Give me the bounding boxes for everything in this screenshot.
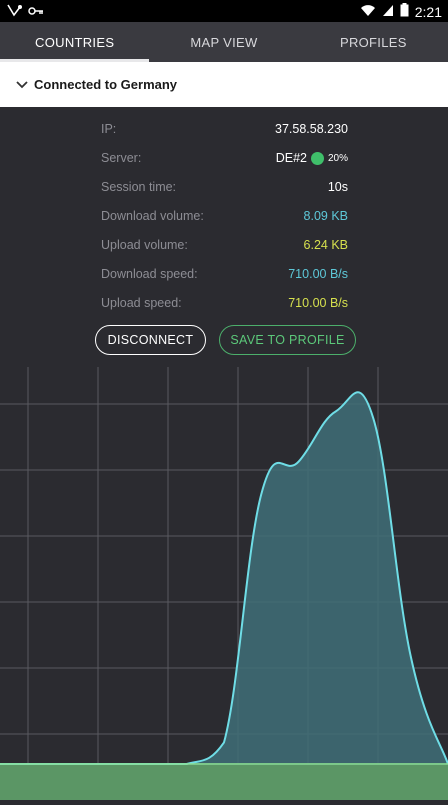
battery-icon xyxy=(400,3,409,20)
upload-volume-label: Upload volume: xyxy=(101,238,188,252)
session-time-row: Session time: 10s xyxy=(101,176,348,198)
download-volume-value: 8.09 KB xyxy=(303,209,348,223)
download-volume-row: Download volume: 8.09 KB xyxy=(101,205,348,227)
signal-icon xyxy=(382,4,394,20)
tab-countries[interactable]: COUNTRIES xyxy=(0,22,150,62)
upload-speed-label: Upload speed: xyxy=(101,296,182,310)
ip-label: IP: xyxy=(101,122,117,136)
server-status-dot xyxy=(310,151,324,165)
session-time-value: 10s xyxy=(327,180,348,194)
status-time: 2:21 xyxy=(414,3,442,20)
download-speed-row: Download speed: 710.00 B/s xyxy=(101,263,348,285)
traffic-chart-svg xyxy=(0,367,448,800)
server-row: Server: DE#2 20% xyxy=(101,147,348,169)
upload-speed-row: Upload speed: 710.00 B/s xyxy=(101,292,348,314)
traffic-graph xyxy=(0,367,448,800)
save-to-profile-button[interactable]: SAVE TO PROFILE xyxy=(219,325,356,355)
upload-speed-value: 710.00 B/s xyxy=(288,296,348,310)
upload-volume-row: Upload volume: 6.24 KB xyxy=(101,234,348,256)
server-value: DE#2 xyxy=(275,151,307,165)
upload-volume-value: 6.24 KB xyxy=(303,238,348,252)
download-speed-value: 710.00 B/s xyxy=(288,267,348,281)
ip-row: IP: 37.58.58.230 xyxy=(101,118,348,140)
tab-map-view[interactable]: MAP VIEW xyxy=(149,22,298,62)
tab-profiles[interactable]: PROFILES xyxy=(299,22,448,62)
session-time-label: Session time: xyxy=(101,180,177,194)
upload-area-overlay xyxy=(0,765,448,800)
notification-icon xyxy=(6,3,22,20)
disconnect-button[interactable]: DISCONNECT xyxy=(95,325,206,355)
server-label: Server: xyxy=(101,151,142,165)
ip-value: 37.58.58.230 xyxy=(275,122,348,136)
download-speed-label: Download speed: xyxy=(101,267,198,281)
server-value-group: DE#2 20% xyxy=(276,151,348,165)
server-load: 20% xyxy=(327,152,348,164)
tab-bar: COUNTRIES MAP VIEW PROFILES xyxy=(0,22,448,62)
connection-header[interactable]: Connected to Germany xyxy=(0,62,448,107)
chevron-down-icon xyxy=(16,78,30,92)
download-volume-label: Download volume: xyxy=(101,209,204,223)
key-icon xyxy=(28,4,44,19)
connection-title: Connected to Germany xyxy=(34,77,178,92)
wifi-icon xyxy=(360,4,376,20)
status-bar: 2:21 xyxy=(0,0,448,22)
